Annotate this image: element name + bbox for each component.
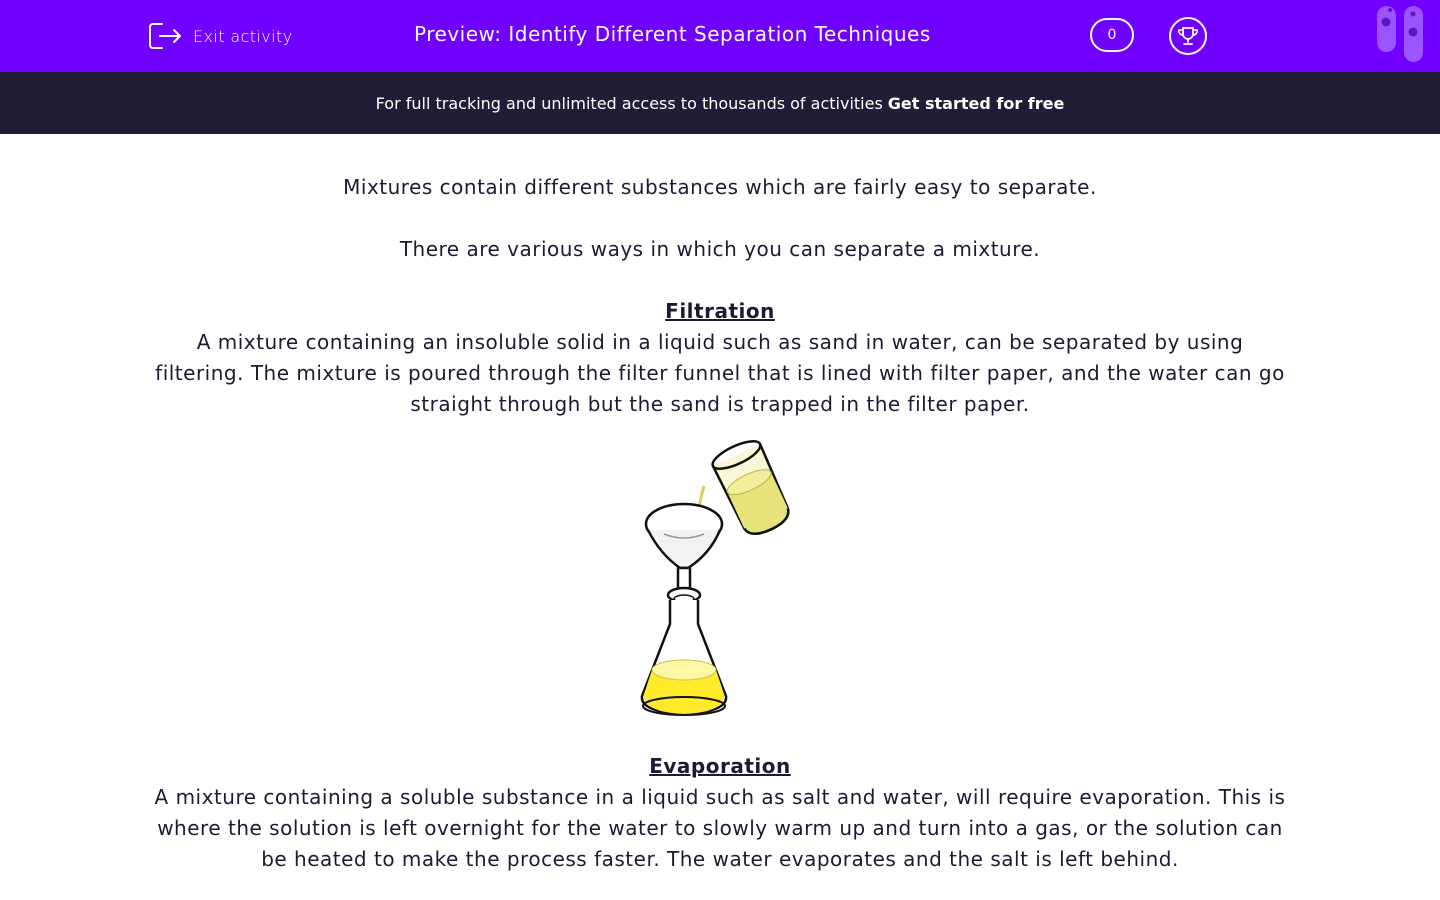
trophy-icon	[1178, 27, 1198, 45]
lesson-content: Mixtures contain different substances wh…	[150, 172, 1290, 875]
promo-text: For full tracking and unlimited access t…	[375, 93, 883, 113]
evaporation-body: A mixture containing a soluble substance…	[154, 785, 1286, 871]
page-title: Preview: Identify Different Separation T…	[414, 22, 931, 46]
test-tubes-logo	[1377, 6, 1423, 62]
score-counter: 0	[1090, 18, 1134, 52]
trophy-button[interactable]	[1169, 17, 1207, 55]
filtration-apparatus-illustration	[640, 440, 790, 716]
intro-paragraph-1: Mixtures contain different substances wh…	[343, 175, 1097, 199]
filtration-heading: Filtration	[665, 299, 775, 323]
exit-activity-button[interactable]: Exit activity	[149, 20, 293, 52]
promo-banner: For full tracking and unlimited access t…	[0, 72, 1440, 134]
exit-activity-label: Exit activity	[193, 26, 293, 46]
top-bar: Exit activity Preview: Identify Differen…	[0, 0, 1440, 72]
filtration-body: A mixture containing an insoluble solid …	[155, 330, 1285, 416]
evaporation-heading: Evaporation	[649, 754, 791, 778]
intro-paragraph-2: There are various ways in which you can …	[399, 237, 1041, 261]
get-started-link[interactable]: Get started for free	[888, 94, 1065, 113]
exit-door-icon	[149, 23, 181, 49]
score-value: 0	[1107, 27, 1117, 43]
